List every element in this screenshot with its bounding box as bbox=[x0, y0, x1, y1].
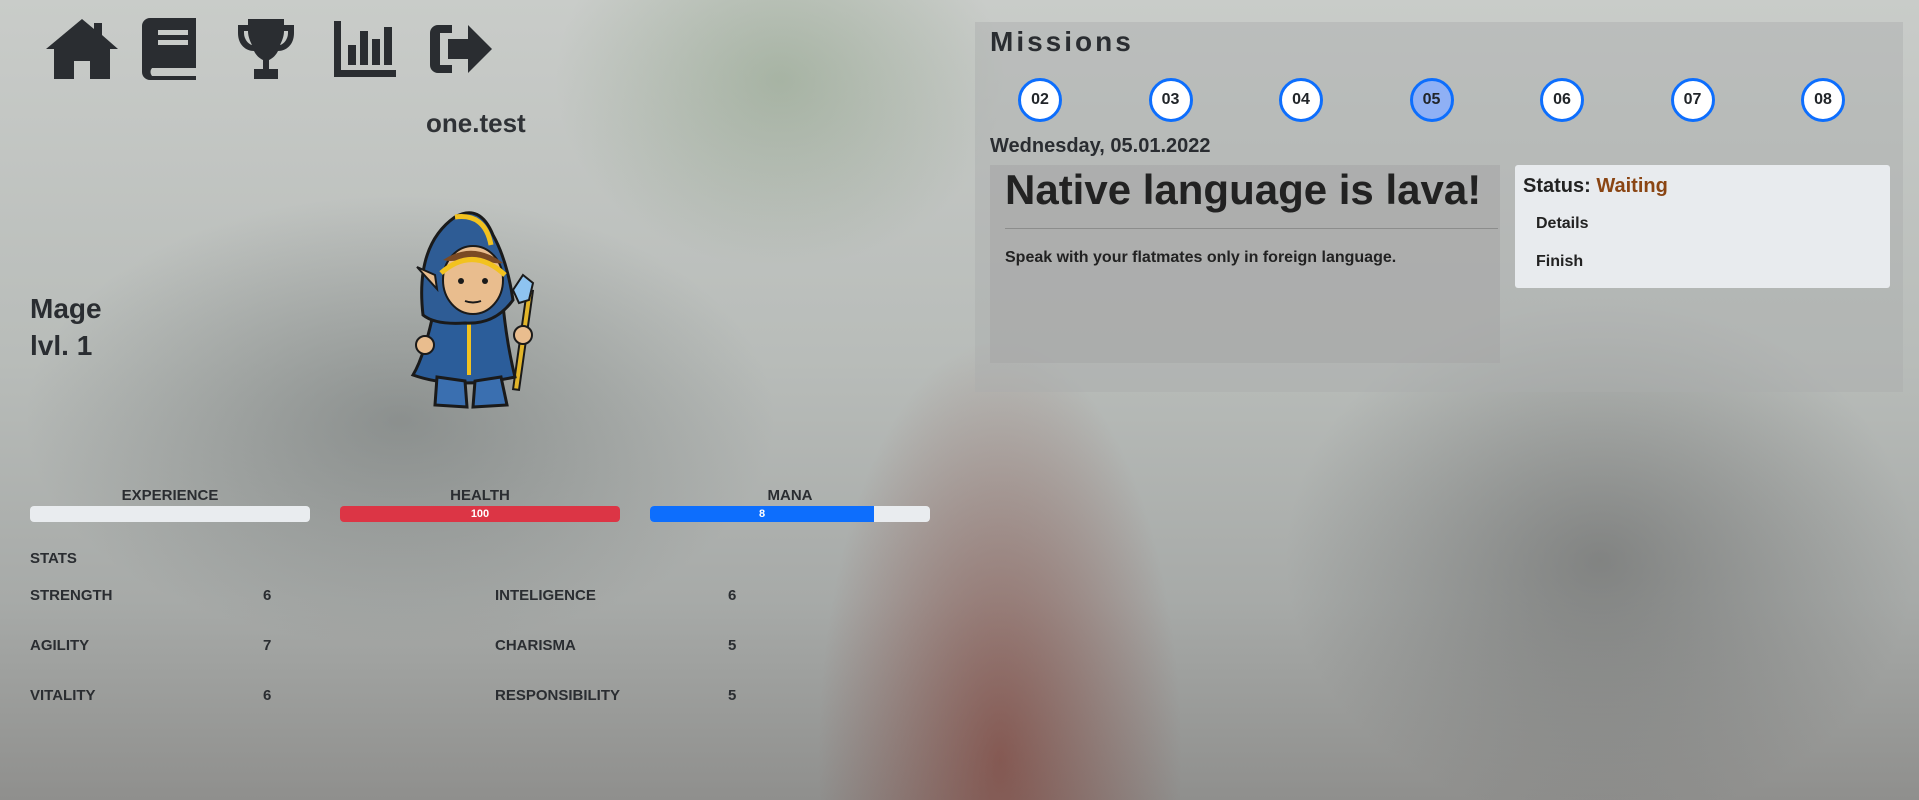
stat-intelligence-value: 6 bbox=[728, 587, 737, 604]
username: one.test bbox=[426, 108, 526, 138]
day-button-06[interactable]: 06 bbox=[1540, 78, 1584, 122]
stat-intelligence-label: INTELIGENCE bbox=[495, 587, 596, 604]
stat-strength-label: STRENGTH bbox=[30, 587, 113, 604]
mana-fill: 8 bbox=[650, 506, 874, 522]
top-nav bbox=[44, 14, 524, 84]
missions-title: Missions bbox=[990, 26, 1134, 57]
stat-strength-value: 6 bbox=[263, 587, 272, 604]
health-track: 100 bbox=[340, 506, 620, 522]
stat-charisma-value: 5 bbox=[728, 637, 737, 654]
mission-title: Native language is lava! bbox=[1005, 166, 1482, 213]
status-label: Status: bbox=[1523, 175, 1591, 197]
experience-track bbox=[30, 506, 310, 522]
stat-vitality-label: VITALITY bbox=[30, 687, 96, 704]
mana-label: MANA bbox=[767, 487, 813, 504]
day-selector: 02 03 04 05 06 07 08 bbox=[1018, 78, 1845, 122]
sign-out-icon[interactable] bbox=[428, 14, 524, 84]
character-class: Mage bbox=[30, 293, 102, 324]
mana-track: 8 bbox=[650, 506, 930, 522]
book-icon[interactable] bbox=[140, 14, 236, 84]
mage-avatar bbox=[395, 205, 560, 420]
stat-vitality-value: 6 bbox=[263, 687, 272, 704]
day-button-03[interactable]: 03 bbox=[1148, 78, 1193, 122]
experience-bar: EXPERIENCE bbox=[30, 487, 310, 522]
day-button-08[interactable]: 08 bbox=[1801, 78, 1845, 122]
chart-bar-icon[interactable] bbox=[332, 14, 428, 84]
trophy-icon[interactable] bbox=[236, 14, 332, 84]
day-button-04[interactable]: 04 bbox=[1279, 78, 1323, 122]
health-bar: HEALTH 100 bbox=[340, 487, 620, 522]
status-value: Waiting bbox=[1596, 175, 1668, 197]
day-button-05[interactable]: 05 bbox=[1409, 78, 1454, 122]
mission-description: Speak with your flatmates only in foreig… bbox=[1005, 249, 1397, 266]
stat-charisma-label: CHARISMA bbox=[495, 637, 576, 654]
mission-divider bbox=[1005, 228, 1498, 229]
stat-agility-label: AGILITY bbox=[30, 637, 90, 654]
health-label: HEALTH bbox=[450, 487, 510, 504]
day-button-02[interactable]: 02 bbox=[1018, 78, 1062, 122]
mana-bar: MANA 8 bbox=[650, 487, 930, 522]
details-button[interactable]: Details bbox=[1536, 215, 1588, 233]
health-fill: 100 bbox=[340, 506, 620, 522]
stat-responsibility-value: 5 bbox=[728, 687, 737, 704]
mission-date: Wednesday, 05.01.2022 bbox=[990, 135, 1211, 157]
stats-title: STATS bbox=[30, 550, 77, 567]
character-level: lvl. 1 bbox=[30, 330, 93, 361]
experience-label: EXPERIENCE bbox=[121, 487, 219, 504]
stat-agility-value: 7 bbox=[263, 637, 272, 654]
finish-button[interactable]: Finish bbox=[1536, 253, 1583, 271]
day-button-07[interactable]: 07 bbox=[1670, 78, 1715, 122]
stat-responsibility-label: RESPONSIBILITY bbox=[495, 687, 621, 704]
home-icon[interactable] bbox=[44, 14, 140, 84]
mission-status: Status: Waiting bbox=[1523, 175, 1668, 198]
